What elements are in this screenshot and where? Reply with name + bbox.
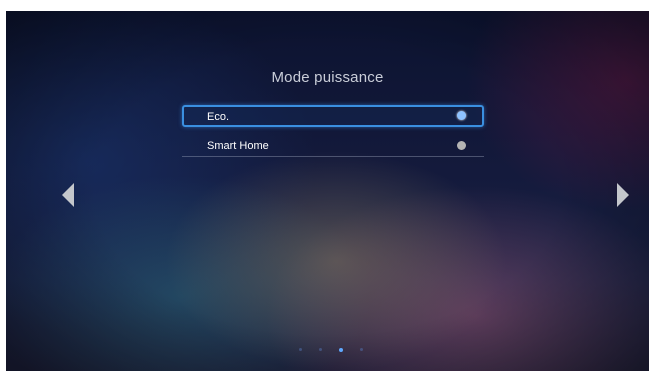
page-indicator [299,347,363,352]
next-page-arrow-icon[interactable] [617,183,629,207]
option-smart-home-label: Smart Home [207,140,269,152]
page-dot-2[interactable] [319,348,322,351]
radio-selected-icon[interactable] [457,111,466,120]
page-dot-1[interactable] [299,348,302,351]
option-eco-label: Eco. [207,111,230,123]
settings-screen: Mode puissance Eco. Smart Home [6,11,649,371]
page-dot-4[interactable] [360,348,363,351]
page-title: Mode puissance [271,69,384,86]
page-dot-3-active[interactable] [339,347,343,352]
option-smart-home[interactable]: Smart Home [182,135,484,157]
radio-unselected-icon[interactable] [457,141,466,150]
option-eco[interactable]: Eco. [182,105,484,127]
previous-page-arrow-icon[interactable] [62,183,74,207]
